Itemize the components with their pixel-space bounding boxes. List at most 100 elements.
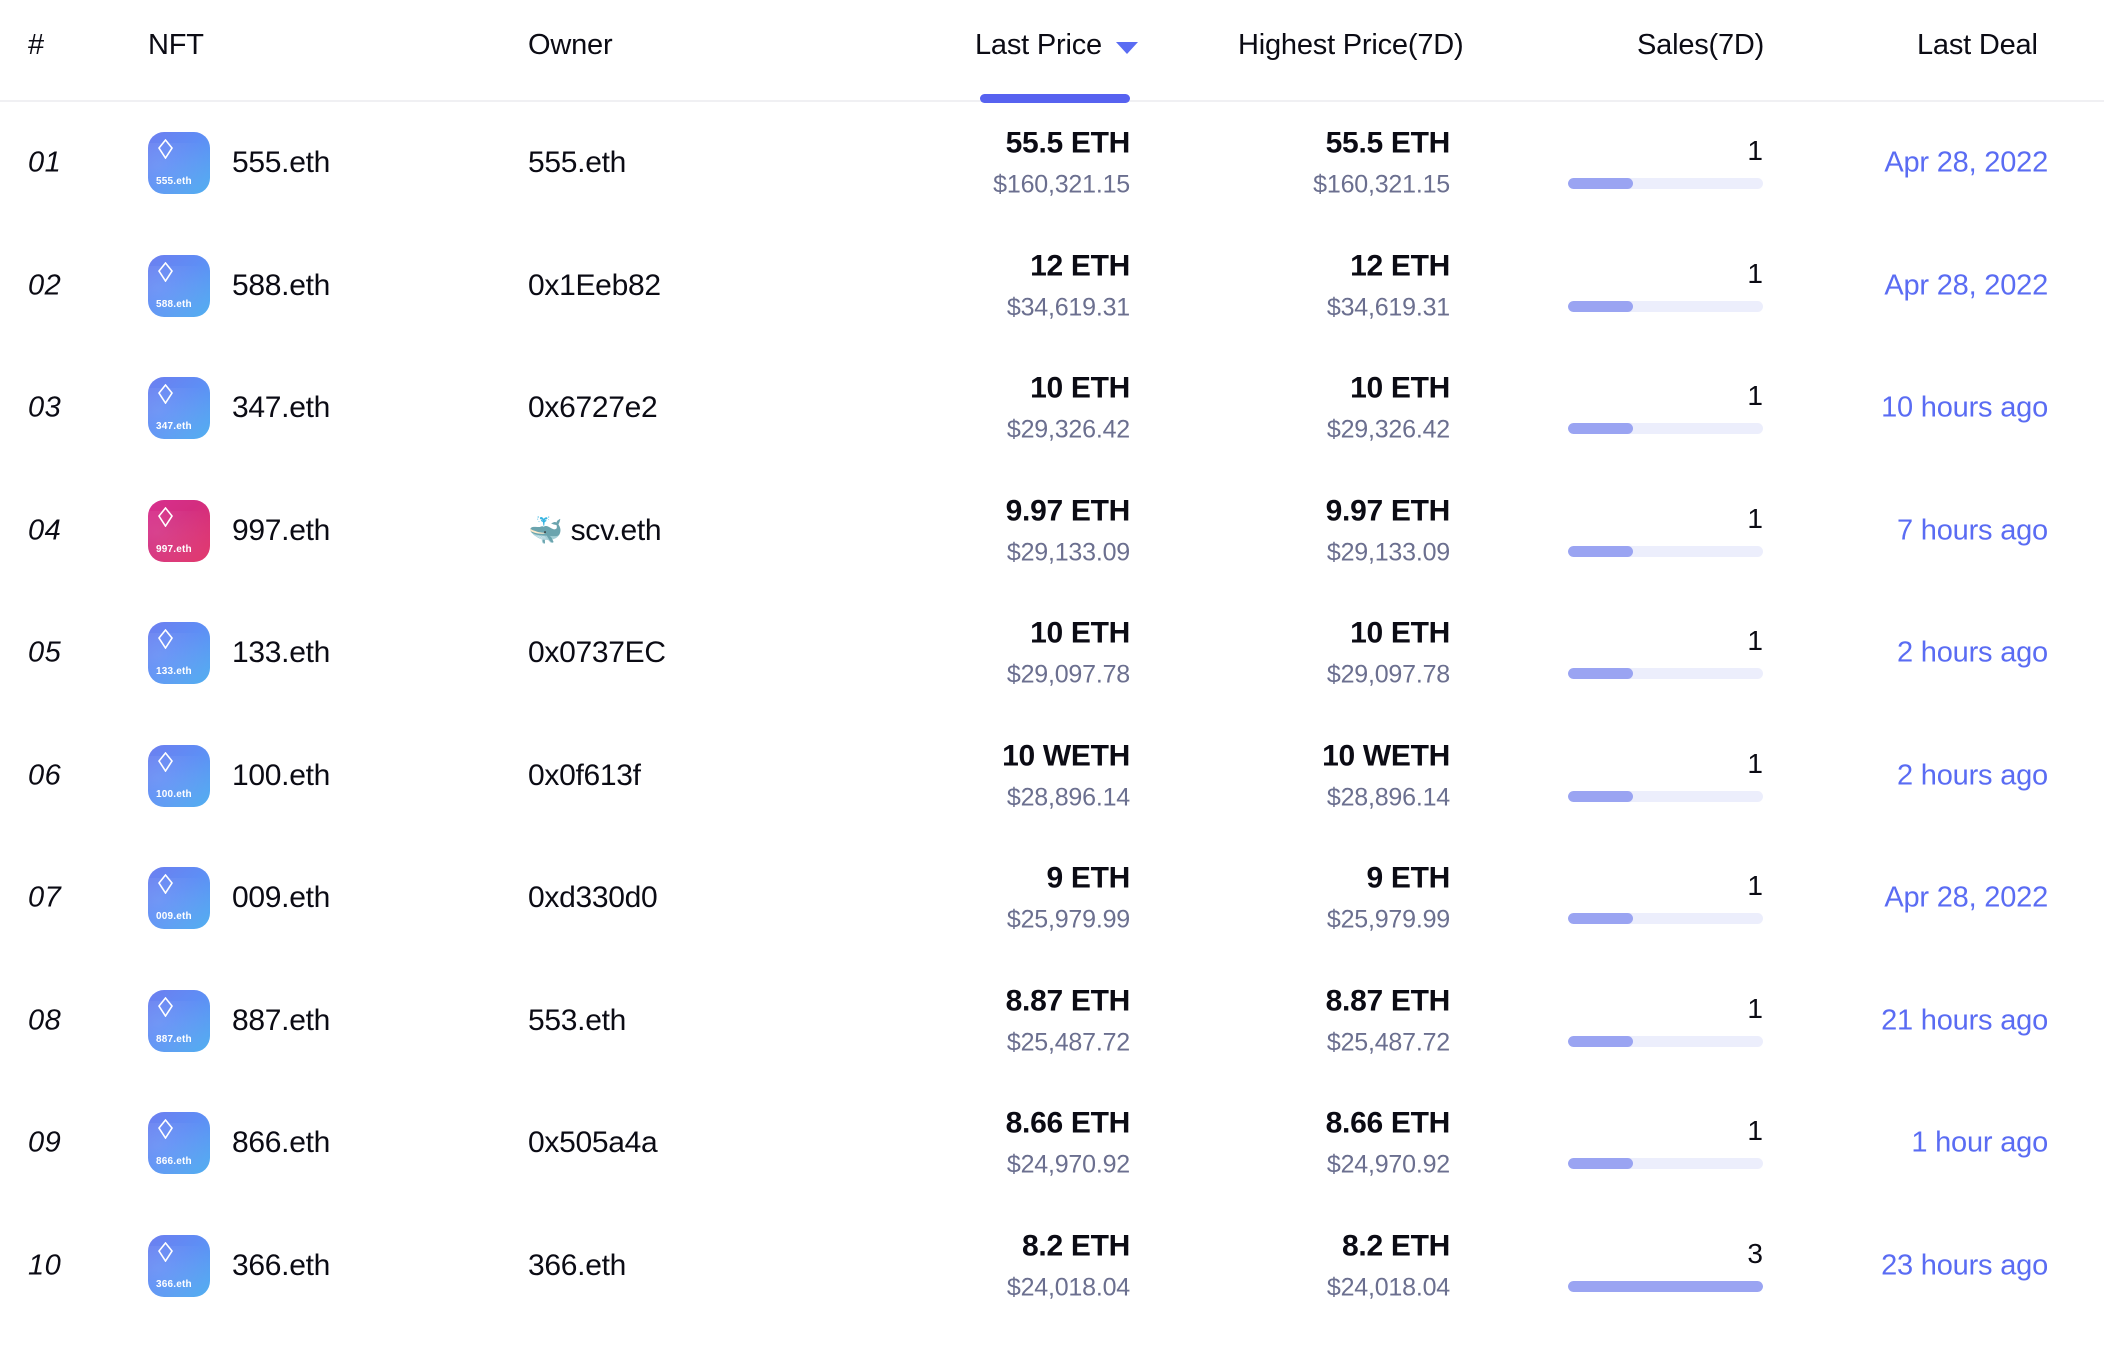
nft-cell[interactable]: 997.eth 997.eth (148, 499, 330, 562)
owner-cell[interactable]: 366.eth (528, 1249, 626, 1283)
sales-progress-track (1568, 423, 1763, 435)
column-header-last-price-label: Last Price (975, 29, 1102, 61)
table-row[interactable]: 08 887.eth 887.eth 553.eth 8.87 ETH $25,487.7… (0, 960, 2104, 1083)
last-deal-link[interactable]: 7 hours ago (1790, 514, 2076, 547)
column-header-rank[interactable]: # (28, 29, 44, 62)
column-header-last-deal[interactable]: Last Deal (1917, 29, 2038, 62)
nft-cell[interactable]: 366.eth 366.eth (148, 1234, 330, 1297)
last-price-usd: $28,896.14 (1006, 783, 1130, 812)
last-deal-link[interactable]: 2 hours ago (1790, 759, 2076, 792)
last-deal-link[interactable]: 2 hours ago (1790, 637, 2076, 670)
table-row[interactable]: 07 009.eth 009.eth 0xd330d0 9 ETH $25,979.99 9… (0, 837, 2104, 960)
column-header-sales[interactable]: Sales(7D) (1637, 29, 1764, 62)
table-row[interactable]: 05 133.eth 133.eth 0x0737EC 10 ETH $29,097.78… (0, 592, 2104, 715)
last-deal-link[interactable]: 10 hours ago (1790, 392, 2076, 425)
avatar-label: 366.eth (156, 1278, 192, 1290)
highest-price-cell: 8.87 ETH $25,487.72 (1120, 986, 1451, 1055)
nft-cell[interactable]: 100.eth 100.eth (148, 744, 330, 807)
owner-cell[interactable]: 🐳 scv.eth (528, 514, 662, 548)
sales-progress-track (1568, 913, 1763, 925)
sales-progress-fill (1568, 1280, 1763, 1292)
table-row[interactable]: 01 555.eth 555.eth 555.eth 55.5 ETH $160,321.… (0, 102, 2104, 225)
row-rank: 01 (28, 146, 62, 179)
ens-diamond-icon (157, 506, 174, 528)
last-price-eth: 9 ETH (1046, 861, 1130, 895)
nft-cell[interactable]: 887.eth 887.eth (148, 989, 330, 1052)
owner-name: 0x0737EC (528, 636, 666, 670)
highest-price-eth: 10 ETH (1350, 371, 1450, 405)
last-deal-link[interactable]: Apr 28, 2022 (1790, 147, 2076, 180)
sales-cell: 1 (1568, 1117, 1763, 1170)
last-price-usd: $29,133.09 (1006, 538, 1130, 567)
sales-progress-track (1568, 668, 1763, 680)
sales-cell: 1 (1568, 504, 1763, 557)
highest-price-cell: 55.5 ETH $160,321.15 (1120, 128, 1450, 198)
last-deal-link[interactable]: Apr 28, 2022 (1790, 882, 2076, 915)
nft-cell[interactable]: 555.eth 555.eth (148, 132, 330, 195)
nft-leaderboard-table: # NFT Owner Last Price Highest Price(7D)… (0, 0, 2104, 1356)
chevron-down-icon[interactable] (1115, 41, 1138, 54)
sales-progress-fill (1568, 178, 1633, 190)
last-price-cell: 8.87 ETH $25,487.72 (870, 986, 1131, 1057)
table-row[interactable]: 10 366.eth 366.eth 366.eth 8.2 ETH $24,018.04… (0, 1205, 2104, 1328)
nft-cell[interactable]: 866.eth 866.eth (148, 1112, 330, 1175)
owner-cell[interactable]: 553.eth (528, 1004, 626, 1038)
sales-count: 1 (1747, 380, 1763, 412)
highest-price-cell: 10 WETH $28,896.14 (1120, 741, 1450, 810)
nft-name: 588.eth (232, 268, 330, 302)
nft-cell[interactable]: 588.eth 588.eth (148, 254, 330, 317)
highest-price-usd: $34,619.31 (1326, 293, 1450, 322)
owner-name: 0x505a4a (528, 1126, 658, 1160)
last-price-cell: 9.97 ETH $29,133.09 (870, 496, 1131, 567)
owner-cell[interactable]: 0x6727e2 (528, 391, 658, 425)
last-price-cell: 10 ETH $29,097.78 (870, 618, 1130, 688)
nft-avatar: 347.eth (148, 377, 210, 440)
table-row[interactable]: 02 588.eth 588.eth 0x1Eeb82 12 ETH $34,619.31… (0, 225, 2104, 348)
highest-price-usd: $24,018.04 (1326, 1273, 1450, 1302)
nft-avatar: 997.eth (148, 499, 210, 562)
sales-cell: 3 (1568, 1239, 1763, 1292)
owner-cell[interactable]: 0x0f613f (528, 759, 641, 793)
last-price-usd: $25,487.72 (1006, 1028, 1130, 1057)
owner-cell[interactable]: 0x505a4a (528, 1126, 658, 1160)
sales-progress-fill (1568, 1035, 1633, 1047)
column-header-owner[interactable]: Owner (528, 29, 613, 62)
row-rank: 09 (28, 1126, 62, 1159)
owner-cell[interactable]: 0x1Eeb82 (528, 269, 661, 303)
nft-cell[interactable]: 347.eth 347.eth (148, 377, 330, 440)
owner-name: 0xd330d0 (528, 881, 658, 915)
column-header-highest-price[interactable]: Highest Price(7D) (1238, 29, 1464, 62)
owner-cell[interactable]: 555.eth (528, 146, 626, 180)
nft-cell[interactable]: 009.eth 009.eth (148, 867, 330, 930)
nft-name: 347.eth (232, 391, 330, 425)
last-deal-link[interactable]: 21 hours ago (1790, 1004, 2076, 1037)
avatar-label: 588.eth (156, 298, 192, 310)
nft-name: 100.eth (232, 758, 330, 792)
table-body: 01 555.eth 555.eth 555.eth 55.5 ETH $160,321.… (0, 102, 2104, 1327)
nft-avatar: 009.eth (148, 867, 210, 930)
table-row[interactable]: 03 347.eth 347.eth 0x6727e2 10 ETH $29,326.42… (0, 347, 2104, 470)
column-header-nft[interactable]: NFT (148, 29, 204, 62)
sales-progress-fill (1568, 300, 1633, 312)
highest-price-cell: 9 ETH $25,979.99 (1120, 863, 1450, 933)
owner-cell[interactable]: 0xd330d0 (528, 881, 658, 915)
row-rank: 08 (28, 1004, 62, 1037)
table-row[interactable]: 09 866.eth 866.eth 0x505a4a 8.66 ETH $24,970.… (0, 1082, 2104, 1205)
table-row[interactable]: 06 100.eth 100.eth 0x0f613f 10 WETH $28,896.1… (0, 715, 2104, 838)
column-header-last-price[interactable]: Last Price (975, 29, 1138, 62)
owner-name: 553.eth (528, 1003, 626, 1037)
last-price-cell: 10 WETH $28,896.14 (870, 741, 1130, 810)
highest-price-eth: 9.97 ETH (1325, 494, 1451, 528)
highest-price-eth: 8.2 ETH (1342, 1229, 1450, 1263)
last-deal-link[interactable]: 23 hours ago (1790, 1249, 2076, 1282)
avatar-label: 866.eth (156, 1156, 192, 1168)
table-row[interactable]: 04 997.eth 997.eth 🐳 scv.eth 9.97 ETH $29,133.… (0, 470, 2104, 593)
owner-cell[interactable]: 0x0737EC (528, 636, 666, 670)
last-deal-link[interactable]: Apr 28, 2022 (1790, 269, 2076, 302)
nft-cell[interactable]: 133.eth 133.eth (148, 622, 330, 685)
last-price-cell: 55.5 ETH $160,321.15 (870, 128, 1130, 198)
nft-avatar: 866.eth (148, 1112, 210, 1175)
ens-diamond-icon (157, 1118, 174, 1140)
sales-progress-track (1568, 545, 1763, 557)
last-deal-link[interactable]: 1 hour ago (1790, 1127, 2076, 1160)
